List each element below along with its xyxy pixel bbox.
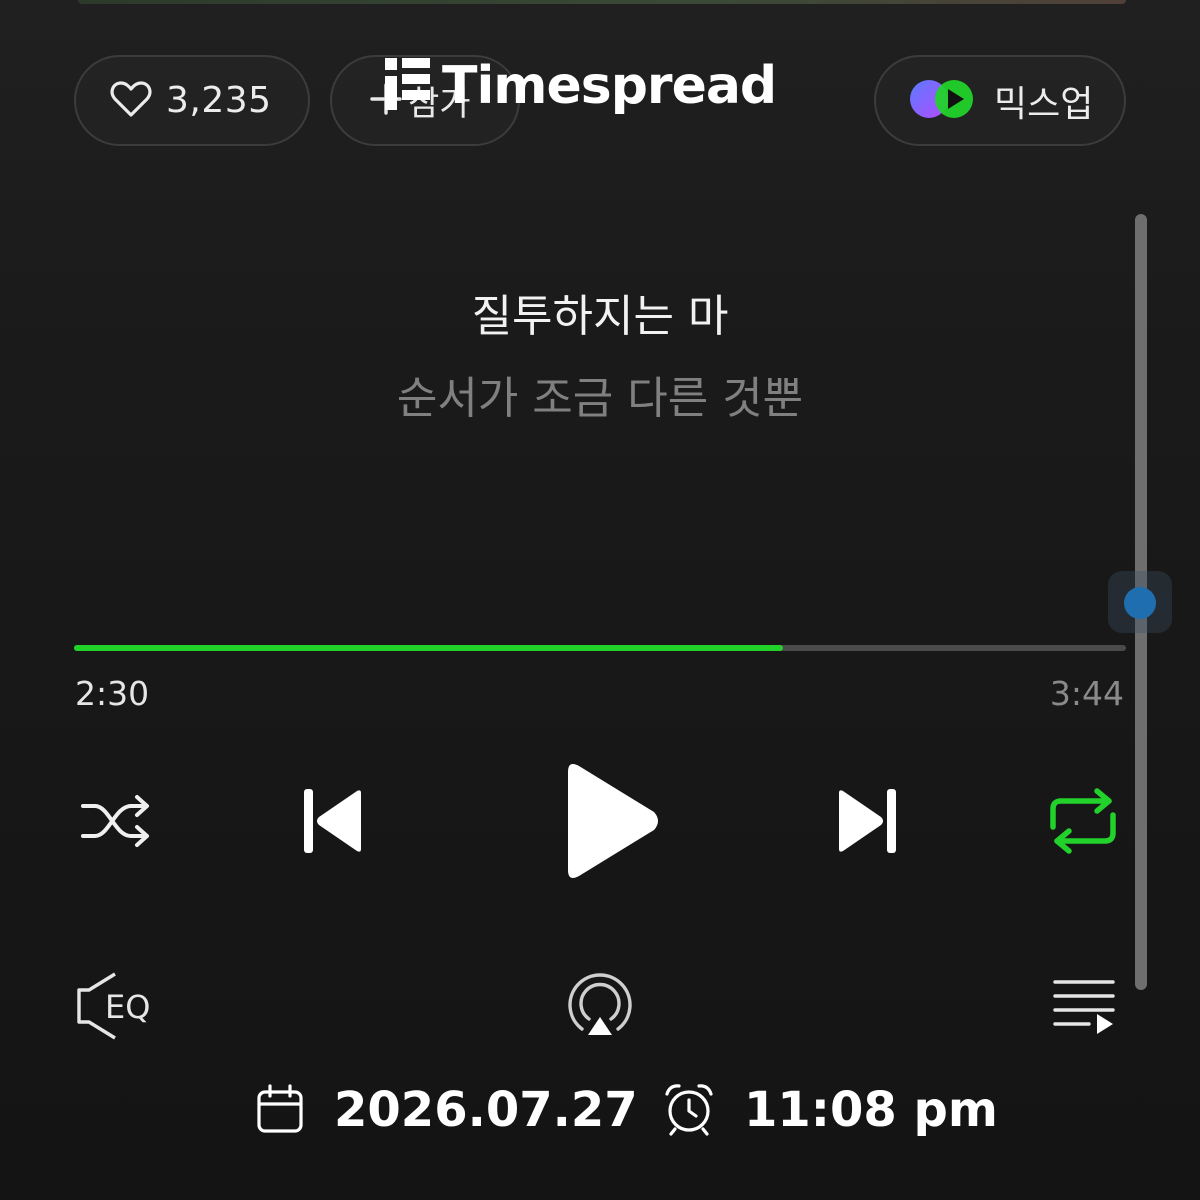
previous-button[interactable] — [296, 782, 368, 860]
progress-fill — [74, 645, 784, 651]
skip-next-icon — [839, 789, 896, 853]
total-duration: 3:44 — [1049, 674, 1124, 713]
repeat-icon — [1050, 788, 1116, 854]
scroll-thumb[interactable] — [1124, 587, 1156, 619]
date-text: 2026.07.27 — [334, 1082, 638, 1138]
watermark-text: Timespread — [442, 56, 777, 116]
like-count: 3,235 — [166, 80, 272, 121]
shuffle-icon — [81, 795, 149, 847]
time-text: 11:08 pm — [744, 1082, 998, 1138]
next-button[interactable] — [832, 782, 904, 860]
calendar-icon — [257, 1084, 303, 1133]
eq-label: EQ — [105, 988, 150, 1026]
mixup-label: 믹스업 — [994, 83, 1094, 125]
eq-button[interactable]: EQ — [72, 968, 164, 1044]
lyric-current-line[interactable]: 질투하지는 마 — [0, 280, 1200, 344]
like-button[interactable]: 3,235 — [74, 55, 310, 146]
cast-button[interactable] — [562, 970, 638, 1042]
shuffle-button[interactable] — [76, 786, 156, 856]
lyric-next-line[interactable]: 순서가 조금 다른 것뿐 — [0, 362, 1200, 426]
heart-icon — [110, 80, 152, 122]
timespread-logo-icon — [385, 58, 430, 110]
timestamp-footer: 2026.07.27 11:08 pm — [0, 1078, 1200, 1142]
album-art-edge — [78, 0, 1126, 4]
mixup-button[interactable]: 믹스업 — [874, 55, 1126, 146]
mixup-icon — [908, 78, 976, 124]
play-button[interactable] — [556, 756, 664, 886]
play-icon — [568, 764, 658, 878]
repeat-button[interactable] — [1044, 784, 1122, 858]
skip-previous-icon — [304, 789, 361, 853]
airplay-icon — [568, 973, 632, 1035]
timespread-watermark: Timespread — [382, 54, 777, 118]
speaker-outline-icon: EQ — [77, 972, 150, 1040]
alarm-clock-icon — [665, 1084, 713, 1136]
playlist-button[interactable] — [1048, 974, 1120, 1038]
playlist-icon — [1053, 980, 1115, 1034]
progress-bar[interactable] — [74, 645, 1126, 651]
elapsed-time: 2:30 — [75, 674, 150, 713]
